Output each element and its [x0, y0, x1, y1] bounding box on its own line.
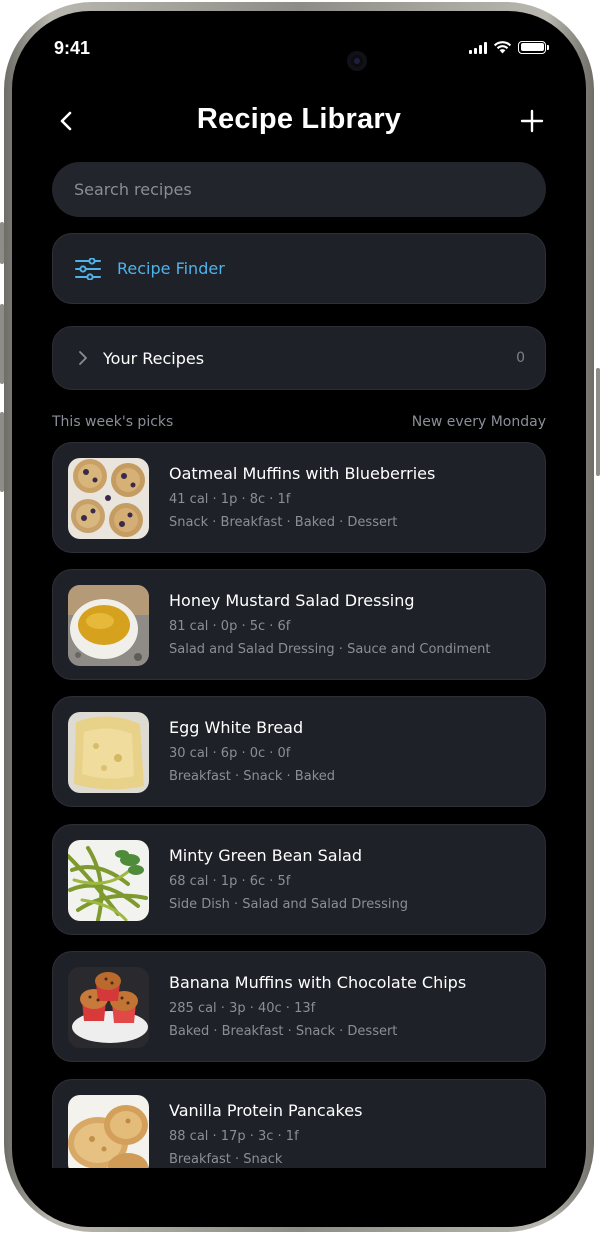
recipe-tags: Snack · Breakfast · Baked · Dessert — [169, 515, 398, 530]
section-subtitle: New every Monday — [411, 414, 546, 430]
recipe-macros: 30 cal · 6p · 0c · 0f — [169, 746, 291, 761]
sliders-icon — [75, 257, 101, 280]
cellular-signal-icon — [469, 41, 487, 54]
recipe-macros: 81 cal · 0p · 5c · 6f — [169, 619, 291, 634]
battery-icon — [518, 40, 549, 54]
recipe-macros: 41 cal · 1p · 8c · 1f — [169, 492, 291, 507]
recipe-title: Oatmeal Muffins with Blueberries — [169, 464, 436, 483]
page-title: Recipe Library — [196, 103, 402, 135]
recipe-finder-label: Recipe Finder — [117, 259, 225, 278]
recipe-card[interactable]: Banana Muffins with Chocolate Chips 285 … — [52, 951, 546, 1062]
power-button — [596, 368, 600, 476]
recipe-finder-button[interactable]: Recipe Finder — [52, 233, 546, 304]
recipe-macros: 68 cal · 1p · 6c · 5f — [169, 874, 291, 889]
add-recipe-button[interactable] — [518, 107, 546, 135]
your-recipes-row[interactable]: Your Recipes 0 — [52, 326, 546, 390]
recipe-thumbnail — [68, 458, 149, 539]
recipe-tags: Side Dish · Salad and Salad Dressing — [169, 897, 408, 912]
recipe-thumbnail — [68, 840, 149, 921]
action-button — [0, 222, 4, 264]
search-input[interactable] — [72, 179, 526, 200]
status-icons — [469, 40, 549, 54]
recipe-thumbnail — [68, 585, 149, 666]
recipe-title: Egg White Bread — [169, 718, 304, 737]
recipe-title: Banana Muffins with Chocolate Chips — [169, 973, 467, 992]
recipe-card[interactable]: Egg White Bread 30 cal · 6p · 0c · 0f Br… — [52, 696, 546, 807]
recipe-title: Vanilla Protein Pancakes — [169, 1101, 363, 1120]
front-camera — [347, 51, 367, 71]
recipe-title: Minty Green Bean Salad — [169, 846, 362, 865]
status-time: 9:41 — [54, 38, 91, 58]
recipe-title: Honey Mustard Salad Dressing — [169, 591, 415, 610]
bottom-safe-area — [12, 1168, 586, 1227]
recipe-card[interactable]: Honey Mustard Salad Dressing 81 cal · 0p… — [52, 569, 546, 680]
plus-icon — [520, 109, 544, 133]
your-recipes-label: Your Recipes — [103, 348, 205, 368]
recipe-thumbnail — [68, 967, 149, 1048]
recipe-tags: Baked · Breakfast · Snack · Dessert — [169, 1024, 398, 1039]
wifi-icon — [493, 41, 512, 54]
recipe-macros: 285 cal · 3p · 40c · 13f — [169, 1001, 316, 1016]
recipe-tags: Salad and Salad Dressing · Sauce and Con… — [169, 642, 491, 657]
recipe-card[interactable]: Oatmeal Muffins with Blueberries 41 cal … — [52, 442, 546, 553]
phone-screen: 9:41 Recipe Library Search recipes Recip… — [12, 11, 586, 1227]
your-recipes-count: 0 — [516, 350, 525, 366]
chevron-right-icon — [79, 351, 87, 365]
recipe-macros: 88 cal · 17p · 3c · 1f — [169, 1129, 299, 1144]
volume-down-button — [0, 412, 4, 492]
recipe-card[interactable]: Minty Green Bean Salad 68 cal · 1p · 6c … — [52, 824, 546, 935]
recipe-thumbnail — [68, 712, 149, 793]
recipe-thumbnail — [68, 1095, 149, 1176]
recipe-tags: Breakfast · Snack — [169, 1152, 283, 1167]
volume-up-button — [0, 304, 4, 384]
recipe-tags: Breakfast · Snack · Baked — [169, 769, 336, 784]
search-bar[interactable] — [52, 162, 546, 217]
section-title: This week's picks — [52, 414, 174, 430]
section-header: This week's picks New every Monday — [52, 414, 546, 430]
